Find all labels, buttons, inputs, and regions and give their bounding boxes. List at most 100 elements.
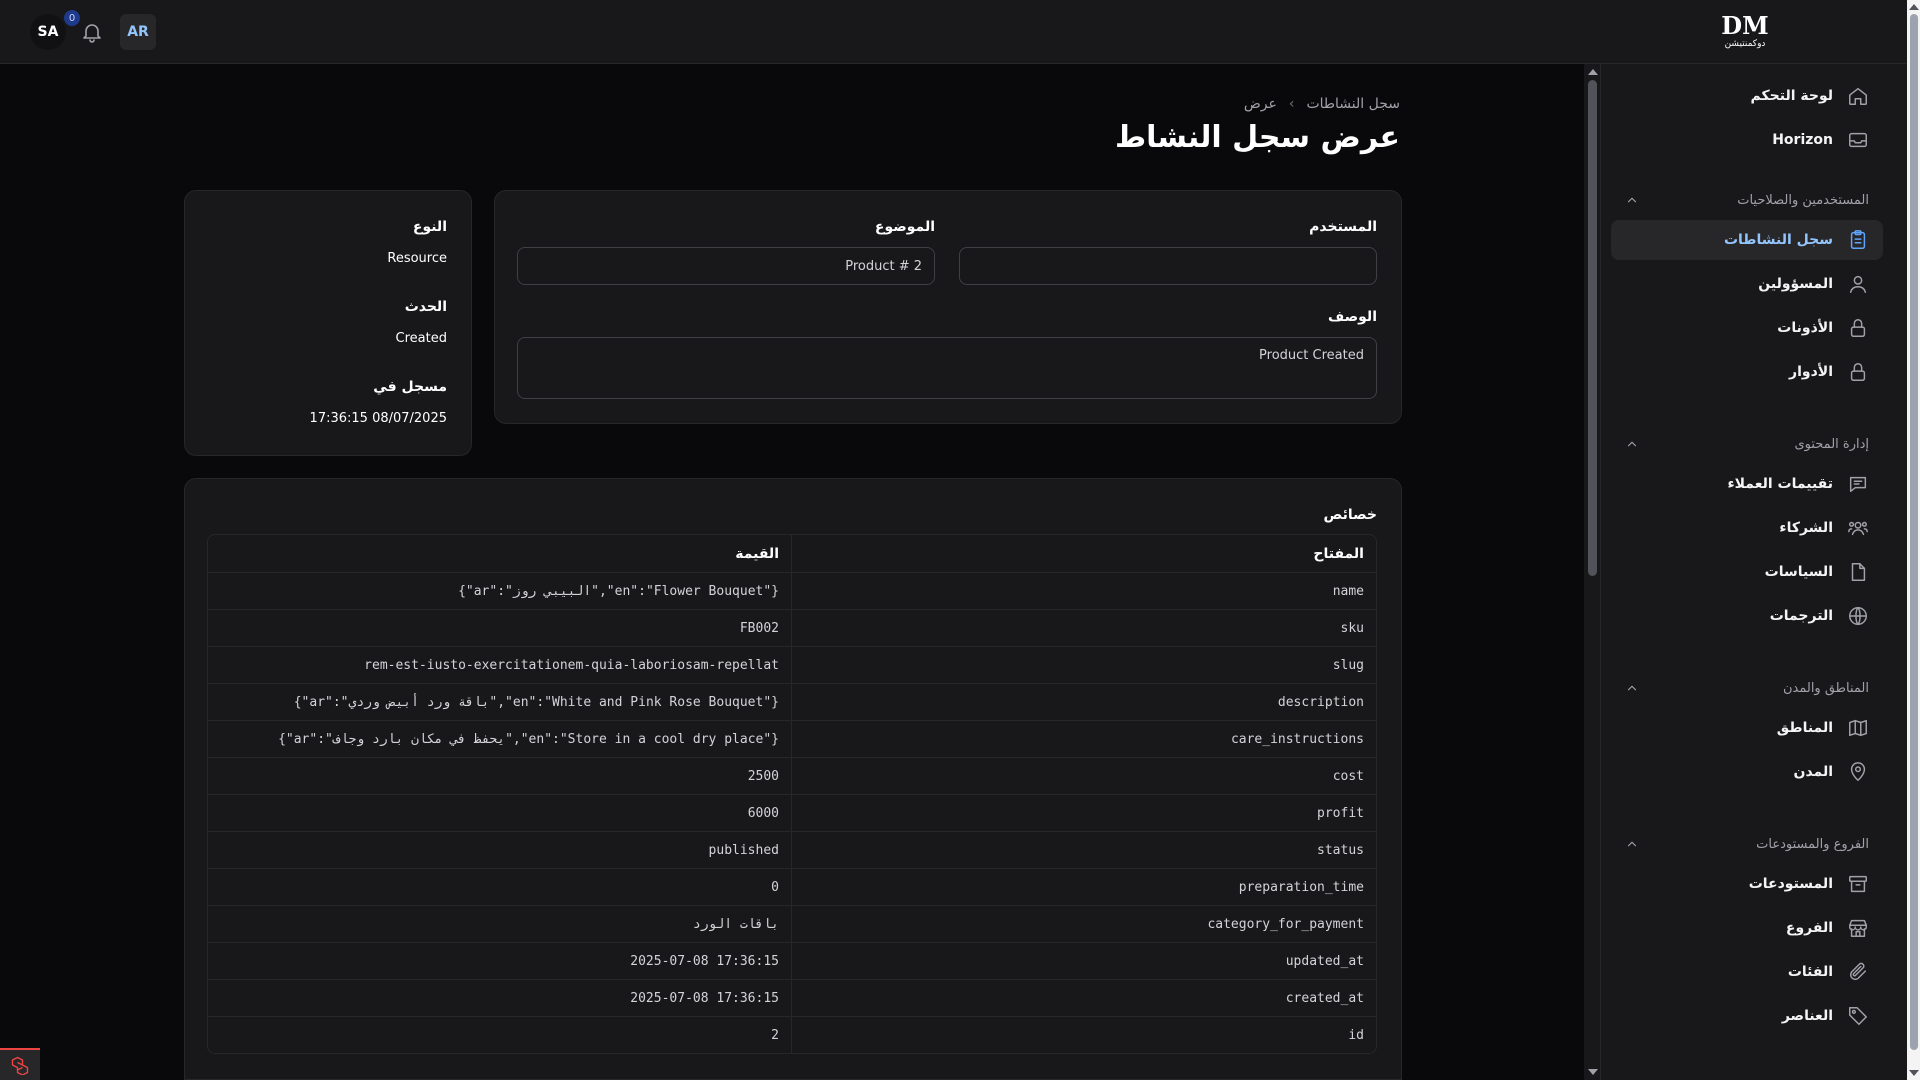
event-label: الحدث: [404, 299, 447, 315]
value-column-header: القيمة: [735, 545, 779, 562]
property-value: 2025-07-08 17:36:15: [630, 990, 779, 1006]
table-row: sku FB002: [208, 609, 1376, 646]
chevron-up-icon[interactable]: [1625, 437, 1639, 451]
sidebar-item-map[interactable]: المناطق: [1611, 708, 1883, 748]
tag-icon: [1849, 1007, 1867, 1025]
window-scroll-up-arrow-icon[interactable]: [1909, 4, 1919, 10]
language-switcher[interactable]: AR: [120, 14, 156, 50]
window-scroll-down-arrow-icon[interactable]: [1909, 1070, 1919, 1076]
sidebar-group-label: المناطق والمدن: [1782, 680, 1869, 696]
property-value: 0: [771, 879, 779, 895]
breadcrumb-parent-link[interactable]: سجل النشاطات: [1306, 96, 1400, 112]
sidebar-item-lock[interactable]: الأدوار: [1611, 352, 1883, 392]
sidebar-item-clipboard[interactable]: سجل النشاطات: [1611, 220, 1883, 260]
sidebar-group-label: المستخدمين والصلاحيات: [1737, 192, 1869, 208]
globe-icon: [1849, 607, 1867, 625]
sidebar-item-label: السياسات: [1764, 564, 1833, 580]
sidebar-group-header[interactable]: إدارة المحتوى: [1611, 428, 1883, 460]
property-value: 6000: [747, 805, 779, 821]
table-row: description {"ar":"باقة ورد أبيض وردي","e…: [208, 683, 1376, 720]
map-pin-icon: [1850, 762, 1866, 781]
sidebar-group-header[interactable]: الفروع والمستودعات: [1611, 828, 1883, 860]
table-row: updated_at 2025-07-08 17:36:15: [208, 942, 1376, 979]
logo-text: دوكمنتيشن: [1724, 39, 1766, 49]
inbox-icon: [1849, 132, 1867, 148]
chevron-up-icon[interactable]: [1625, 681, 1639, 695]
scroll-up-arrow-icon[interactable]: [1588, 69, 1598, 75]
property-key: created_at: [791, 980, 1376, 1016]
sidebar-item-lock[interactable]: الأذونات: [1611, 308, 1883, 348]
table-row: preparation_time 0: [208, 868, 1376, 905]
property-value: 2500: [747, 768, 779, 784]
sidebar-item-user[interactable]: المسؤولين: [1611, 264, 1883, 304]
chevron-up-icon[interactable]: [1625, 837, 1639, 851]
sidebar-item-storefront[interactable]: الفروع: [1611, 908, 1883, 948]
debugbar-logo-icon[interactable]: [0, 1048, 40, 1080]
topbar: SA 0 AR DM دوكمنتيشن: [0, 0, 1907, 64]
paperclip-icon: [1849, 962, 1867, 981]
table-row: category_for_payment باقات الورد: [208, 905, 1376, 942]
table-row: id 2: [208, 1016, 1376, 1053]
users-icon: [1848, 521, 1868, 536]
sidebar-item-tag[interactable]: العناصر: [1611, 996, 1883, 1036]
sidebar: لوحة التحكم Horizon المستخدمين والصلاحيات س…: [1600, 64, 1907, 1080]
property-value: 2025-07-08 17:36:15: [630, 953, 779, 969]
sidebar-item-home[interactable]: لوحة التحكم: [1611, 76, 1883, 116]
table-header-row: المفتاح القيمة: [208, 535, 1376, 572]
property-value: {"ar":"البيبي روز","en":"Flower Bouquet"…: [458, 583, 779, 599]
type-label: النوع: [412, 219, 447, 235]
sidebar-group-label: الفروع والمستودعات: [1756, 836, 1869, 852]
properties-table: المفتاح القيمة name {"ar":"البيبي روز","e…: [207, 534, 1377, 1054]
property-value: rem-est-iusto-exercitationem-quia-labori…: [364, 657, 779, 673]
scroll-down-arrow-icon[interactable]: [1588, 1069, 1598, 1075]
property-key: description: [791, 684, 1376, 720]
table-row: name {"ar":"البيبي روز","en":"Flower Bouq…: [208, 572, 1376, 609]
page-title: عرض سجل النشاط: [1114, 120, 1400, 155]
user-field[interactable]: [959, 247, 1377, 285]
event-value: Created: [395, 331, 447, 346]
property-key: slug: [791, 647, 1376, 683]
window-scrollbar-thumb[interactable]: [1910, 14, 1918, 1050]
sidebar-item-globe[interactable]: الترجمات: [1611, 596, 1883, 636]
notifications-badge: 0: [64, 10, 80, 26]
table-row: profit 6000: [208, 794, 1376, 831]
property-value: published: [708, 842, 779, 858]
sidebar-item-chat[interactable]: تقييمات العملاء: [1611, 464, 1883, 504]
sidebar-item-label: الفروع: [1785, 920, 1833, 936]
breadcrumb-current: عرض: [1243, 96, 1277, 112]
window-scrollbar[interactable]: [1907, 0, 1920, 1080]
properties-title: خصائص: [1323, 507, 1378, 523]
map-icon: [1849, 719, 1867, 737]
chevron-up-icon[interactable]: [1625, 193, 1639, 207]
property-key: care_instructions: [791, 721, 1376, 757]
table-row: status published: [208, 831, 1376, 868]
chat-icon: [1849, 476, 1867, 493]
description-label: الوصف: [1327, 309, 1377, 325]
logo-mark: DM: [1721, 11, 1769, 40]
sidebar-item-map-pin[interactable]: المدن: [1611, 752, 1883, 792]
sidebar-group-label: إدارة المحتوى: [1794, 436, 1869, 452]
bell-icon[interactable]: [80, 18, 104, 46]
property-value: {"ar":"يحفظ في مكان بارد وجاف","en":"Sto…: [278, 731, 779, 747]
sidebar-item-label: لوحة التحكم: [1750, 88, 1833, 104]
user-avatar[interactable]: SA: [30, 14, 66, 50]
lock-icon: [1850, 319, 1866, 337]
description-field[interactable]: Product Created: [517, 337, 1377, 399]
content-scrollbar-thumb[interactable]: [1588, 80, 1597, 576]
logged-at-value: 17:36:15 08/07/2025: [309, 411, 447, 426]
sidebar-group-header[interactable]: المستخدمين والصلاحيات: [1611, 184, 1883, 216]
sidebar-item-archive-box[interactable]: المستودعات: [1611, 864, 1883, 904]
sidebar-item-document[interactable]: السياسات: [1611, 552, 1883, 592]
sidebar-item-label: تقييمات العملاء: [1727, 476, 1833, 492]
sidebar-item-inbox[interactable]: Horizon: [1611, 120, 1883, 160]
sidebar-item-label: المستودعات: [1748, 876, 1833, 892]
table-row: slug rem-est-iusto-exercitationem-quia-la…: [208, 646, 1376, 683]
sidebar-item-users[interactable]: الشركاء: [1611, 508, 1883, 548]
property-key: name: [791, 573, 1376, 609]
sidebar-group-header[interactable]: المناطق والمدن: [1611, 672, 1883, 704]
sidebar-item-label: الأذونات: [1777, 320, 1833, 336]
content-scrollbar[interactable]: [1584, 64, 1600, 1080]
subject-field[interactable]: Product # 2: [517, 247, 935, 285]
sidebar-item-paperclip[interactable]: الفئات: [1611, 952, 1883, 992]
logo[interactable]: DM دوكمنتيشن: [1716, 10, 1774, 54]
